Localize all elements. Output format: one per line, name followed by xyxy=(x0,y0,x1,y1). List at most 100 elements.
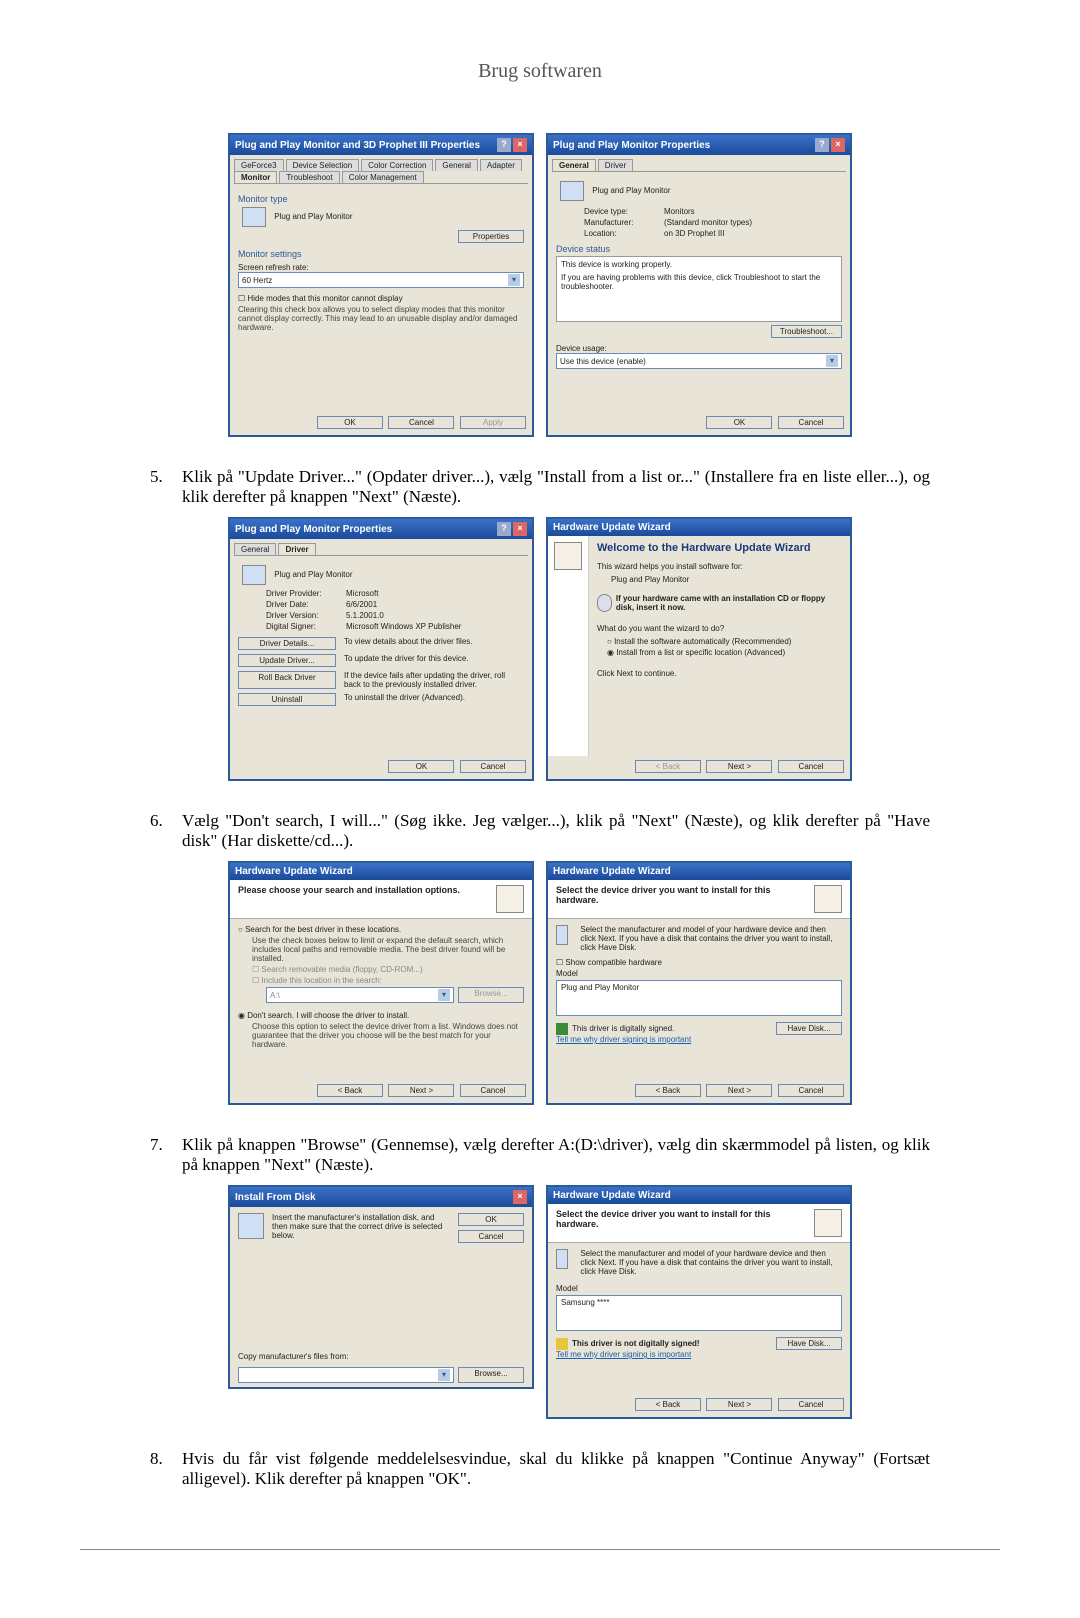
step-number: 6. xyxy=(150,811,164,851)
model-item[interactable]: Plug and Play Monitor xyxy=(561,983,837,992)
monitor-settings-label: Monitor settings xyxy=(238,249,524,259)
tab-general[interactable]: General xyxy=(234,543,276,555)
update-driver-button[interactable]: Update Driver... xyxy=(238,654,336,667)
install-from-disk-msg: Insert the manufacturer's installation d… xyxy=(272,1213,450,1240)
wizard-head: Select the device driver you want to ins… xyxy=(556,885,808,905)
chevron-down-icon[interactable]: ▾ xyxy=(438,1369,450,1381)
chk-include-location: Include this location in the search: xyxy=(252,976,524,985)
hide-modes-checkbox[interactable]: Hide modes that this monitor cannot disp… xyxy=(238,294,524,303)
cancel-button[interactable]: Cancel xyxy=(458,1230,524,1243)
cd-icon xyxy=(597,594,612,612)
refresh-rate-select[interactable]: 60 Hertz ▾ xyxy=(238,272,524,288)
device-usage-label: Device usage: xyxy=(556,344,842,353)
shield-icon xyxy=(556,1023,568,1035)
browse-button[interactable]: Browse... xyxy=(458,1367,524,1383)
next-button[interactable]: Next > xyxy=(706,1084,772,1097)
close-icon[interactable]: × xyxy=(513,138,527,152)
rollback-button[interactable]: Roll Back Driver xyxy=(238,671,336,689)
tab-geforce3[interactable]: GeForce3 xyxy=(234,159,284,171)
uninstall-button[interactable]: Uninstall xyxy=(238,693,336,706)
device-type-value: Monitors xyxy=(664,207,695,216)
tell-me-why-link[interactable]: Tell me why driver signing is important xyxy=(556,1350,842,1359)
cancel-button[interactable]: Cancel xyxy=(460,1084,526,1097)
close-icon[interactable]: × xyxy=(513,522,527,536)
chevron-down-icon[interactable]: ▾ xyxy=(508,274,520,286)
tell-me-why-link[interactable]: Tell me why driver signing is important xyxy=(556,1035,842,1044)
device-status-header: Device status xyxy=(556,244,842,254)
copy-from-label: Copy manufacturer's files from: xyxy=(238,1352,524,1361)
back-button[interactable]: < Back xyxy=(635,1398,701,1411)
uninstall-text: To uninstall the driver (Advanced). xyxy=(344,693,524,706)
wizard-continue-hint: Click Next to continue. xyxy=(597,669,842,678)
back-button[interactable]: < Back xyxy=(317,1084,383,1097)
cancel-button[interactable]: Cancel xyxy=(778,1398,844,1411)
window-title: Hardware Update Wizard xyxy=(553,522,845,533)
back-button[interactable]: < Back xyxy=(635,1084,701,1097)
chk-show-compatible[interactable]: Show compatible hardware xyxy=(556,958,842,967)
tab-general[interactable]: General xyxy=(435,159,477,171)
cancel-button[interactable]: Cancel xyxy=(460,760,526,773)
model-item[interactable]: Samsung **** xyxy=(561,1298,837,1307)
copy-from-select[interactable]: ▾ xyxy=(238,1367,454,1383)
step-6: 6. Vælg "Don't search, I will..." (Søg i… xyxy=(150,811,930,851)
unsigned-label: This driver is not digitally signed! xyxy=(572,1339,700,1348)
opt-dont-search[interactable]: Don't search. I will choose the driver t… xyxy=(238,1011,524,1020)
back-button: < Back xyxy=(635,760,701,773)
next-button[interactable]: Next > xyxy=(706,760,772,773)
model-listbox[interactable]: Plug and Play Monitor xyxy=(556,980,842,1016)
hardware-update-wizard-search-options: Hardware Update Wizard Please choose you… xyxy=(228,861,534,1105)
tab-device-selection[interactable]: Device Selection xyxy=(286,159,360,171)
wizard-icon xyxy=(496,885,524,913)
ok-button[interactable]: OK xyxy=(317,416,383,429)
chevron-down-icon[interactable]: ▾ xyxy=(826,355,838,367)
ok-button[interactable]: OK xyxy=(458,1213,524,1226)
have-disk-button[interactable]: Have Disk... xyxy=(776,1022,842,1035)
properties-button[interactable]: Properties xyxy=(458,230,524,243)
model-listbox[interactable]: Samsung **** xyxy=(556,1295,842,1331)
tab-color-correction[interactable]: Color Correction xyxy=(361,159,433,171)
step-5: 5. Klik på "Update Driver..." (Opdater d… xyxy=(150,467,930,507)
help-icon[interactable]: ? xyxy=(497,522,511,536)
location-path-value: A:\ xyxy=(270,991,438,1000)
ok-button[interactable]: OK xyxy=(388,760,454,773)
help-icon[interactable]: ? xyxy=(815,138,829,152)
device-status-box: This device is working properly. If you … xyxy=(556,256,842,322)
tab-driver[interactable]: Driver xyxy=(598,159,633,171)
tab-general[interactable]: General xyxy=(552,159,596,171)
window-title: Hardware Update Wizard xyxy=(235,866,527,877)
close-icon[interactable]: × xyxy=(513,1190,527,1204)
troubleshoot-button[interactable]: Troubleshoot... xyxy=(771,325,842,338)
browse-button: Browse... xyxy=(458,987,524,1003)
pnp-monitor-properties-general-dialog: Plug and Play Monitor Properties ? × Gen… xyxy=(546,133,852,437)
rollback-text: If the device fails after updating the d… xyxy=(344,671,524,689)
provider-value: Microsoft xyxy=(346,589,378,598)
ok-button[interactable]: OK xyxy=(706,416,772,429)
next-button[interactable]: Next > xyxy=(388,1084,454,1097)
help-icon[interactable]: ? xyxy=(497,138,511,152)
cancel-button[interactable]: Cancel xyxy=(778,1084,844,1097)
date-value: 6/6/2001 xyxy=(346,600,377,609)
driver-details-button[interactable]: Driver Details... xyxy=(238,637,336,650)
cancel-button[interactable]: Cancel xyxy=(778,760,844,773)
cancel-button[interactable]: Cancel xyxy=(388,416,454,429)
have-disk-button[interactable]: Have Disk... xyxy=(776,1337,842,1350)
tab-monitor[interactable]: Monitor xyxy=(234,171,277,183)
warning-icon xyxy=(556,1338,568,1350)
close-icon[interactable]: × xyxy=(831,138,845,152)
tab-troubleshoot[interactable]: Troubleshoot xyxy=(279,171,339,183)
next-button[interactable]: Next > xyxy=(706,1398,772,1411)
refresh-rate-value: 60 Hertz xyxy=(242,276,508,285)
opt-install-from-list[interactable]: Install from a list or specific location… xyxy=(607,648,842,657)
model-label: Model xyxy=(556,969,842,978)
tab-driver[interactable]: Driver xyxy=(278,543,315,555)
opt-search-locations[interactable]: Search for the best driver in these loca… xyxy=(238,925,524,934)
wizard-question: What do you want the wizard to do? xyxy=(597,624,842,633)
tab-color-management[interactable]: Color Management xyxy=(342,171,424,183)
step-number: 5. xyxy=(150,467,164,507)
opt-install-auto[interactable]: Install the software automatically (Reco… xyxy=(607,637,842,646)
wizard-icon xyxy=(814,1209,842,1237)
device-usage-select[interactable]: Use this device (enable) ▾ xyxy=(556,353,842,369)
install-from-disk-dialog: Install From Disk × Insert the manufactu… xyxy=(228,1185,534,1389)
tab-adapter[interactable]: Adapter xyxy=(480,159,522,171)
cancel-button[interactable]: Cancel xyxy=(778,416,844,429)
